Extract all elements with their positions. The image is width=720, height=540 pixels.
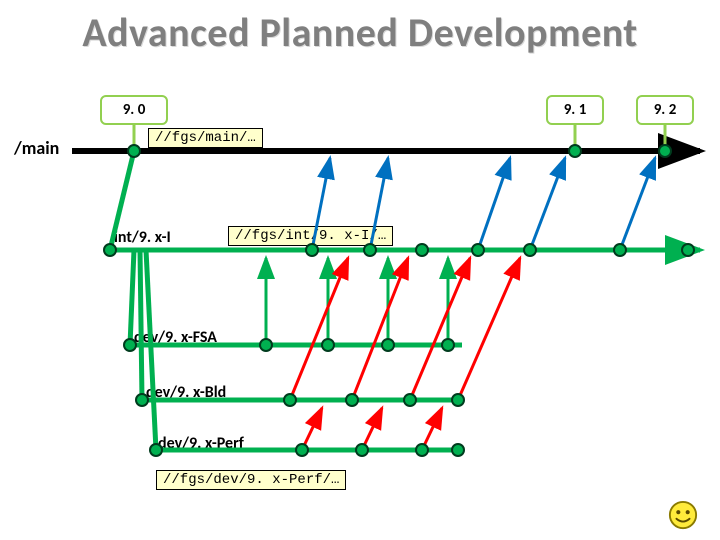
- branch-label-perf: dev/9. x-Perf: [158, 434, 244, 453]
- version-tag-9-1: 9. 1: [546, 95, 604, 125]
- callout-int-path: //fgs/int/9. x-I/…: [228, 226, 393, 246]
- version-tag-9-0: 9. 0: [100, 95, 168, 125]
- branch-diagram: [0, 0, 720, 540]
- branch-label-fsa: dev/9. x-FSA: [134, 328, 217, 347]
- page-title: Advanced Planned Development: [0, 8, 720, 57]
- callout-main-path: //fgs/main/…: [148, 128, 263, 148]
- version-tag-9-2: 9. 2: [636, 95, 694, 125]
- branch-label-int: int/9. x-I: [114, 228, 171, 247]
- main-axis-label: /main: [14, 137, 59, 159]
- callout-perf-path: //fgs/dev/9. x-Perf/…: [156, 470, 346, 490]
- smiley-icon: [668, 500, 698, 530]
- branch-label-bld: dev/9. x-Bld: [146, 383, 226, 402]
